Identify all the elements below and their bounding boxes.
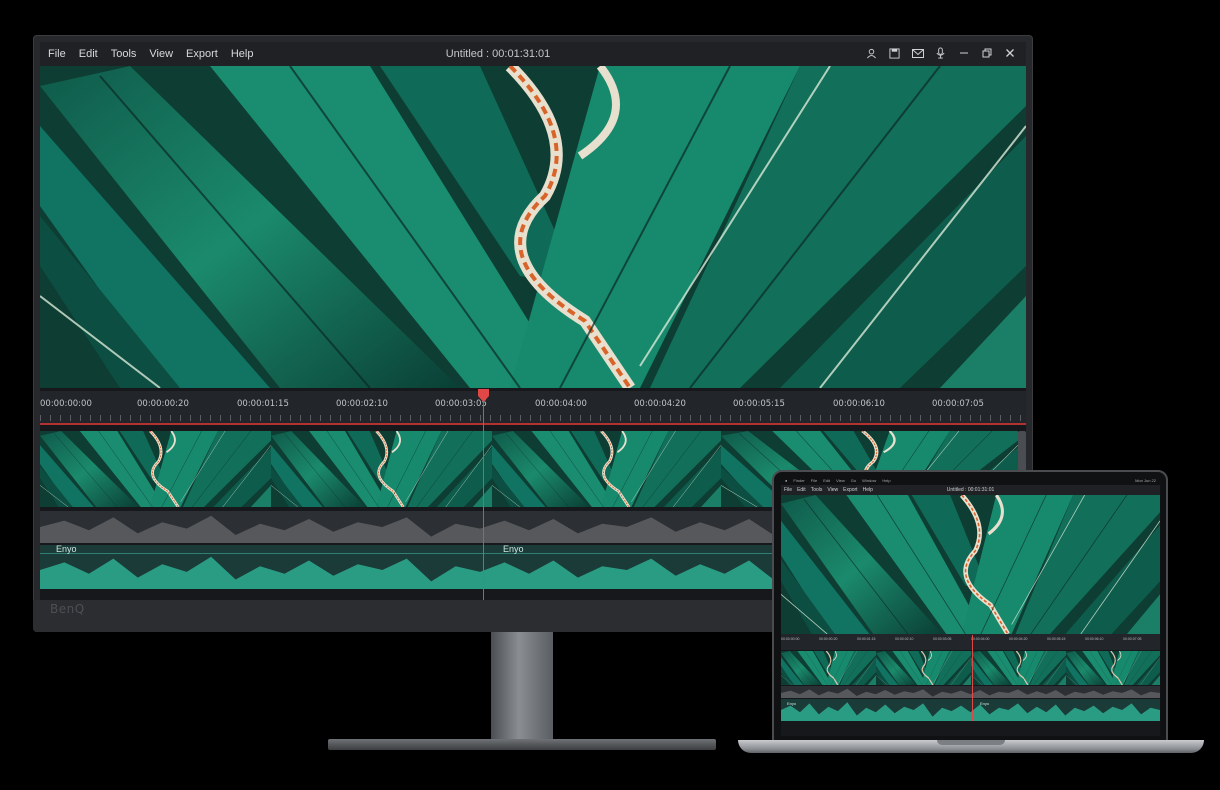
audio-clip-label: Enyo	[56, 544, 77, 554]
timeline-scrollbar[interactable]	[1018, 431, 1026, 471]
tick-label: 00:00:06:10	[1085, 637, 1104, 641]
video-clip-thumbnail[interactable]	[492, 431, 722, 507]
playhead-handle[interactable]	[477, 389, 490, 402]
os-menu-item[interactable]: Go	[851, 478, 856, 483]
tick-label: 00:00:03:05	[933, 637, 952, 641]
tick-label: 00:00:06:10	[833, 399, 885, 409]
tick-label: 00:00:05:15	[1047, 637, 1066, 641]
restore-icon[interactable]	[980, 46, 993, 60]
timeline-range-line	[40, 423, 1026, 425]
os-menu-item[interactable]: Finder	[793, 478, 804, 483]
tick-label: 00:00:00:00	[40, 399, 92, 409]
microphone-icon[interactable]	[934, 46, 947, 60]
tick-label: 00:00:07:05	[1123, 637, 1142, 641]
audio-clip-label: Enyo	[980, 701, 990, 706]
user-icon[interactable]	[865, 46, 878, 60]
apple-icon[interactable]: ●	[785, 478, 787, 483]
tick-label: 00:00:05:15	[733, 399, 785, 409]
laptop-menu-bar: File Edit Tools View Export Help Untitle…	[781, 485, 1160, 495]
timeline-ruler[interactable]: 00:00:00:00 00:00:00:20 00:00:01:15 00:0…	[781, 634, 1160, 650]
tick-label: 00:00:00:20	[137, 399, 189, 409]
tick-marks	[40, 415, 1026, 421]
playhead-line	[483, 394, 484, 600]
tick-label: 00:00:02:10	[895, 637, 914, 641]
os-clock: Mon Jun 22	[1135, 478, 1156, 483]
video-clip-thumbnail[interactable]	[40, 431, 272, 507]
tick-label: 00:00:00:20	[819, 637, 838, 641]
os-menu-item[interactable]: Window	[862, 478, 876, 483]
os-menu-item[interactable]: Help	[882, 478, 890, 483]
video-preview[interactable]	[781, 495, 1160, 634]
laptop-notch	[937, 740, 1005, 745]
window-title: Untitled : 00:01:31:01	[445, 48, 551, 60]
tick-label: 00:00:04:20	[634, 399, 686, 409]
audio-track-2[interactable]	[781, 699, 1160, 721]
os-menu-item[interactable]: Edit	[823, 478, 830, 483]
timeline-ruler[interactable]: 00:00:00:00 00:00:00:20 00:00:01:15 00:0…	[40, 391, 1026, 425]
window-title: Untitled : 00:01:31:01	[946, 487, 995, 493]
playhead-line[interactable]	[972, 635, 973, 721]
os-menu-item[interactable]: File	[811, 478, 817, 483]
tick-label: 00:00:01:15	[237, 399, 289, 409]
tick-label: 00:00:02:10	[336, 399, 388, 409]
tick-label: 00:00:01:15	[857, 637, 876, 641]
minimize-icon[interactable]	[957, 46, 970, 60]
tick-label: 00:00:04:20	[1009, 637, 1028, 641]
tick-label: 00:00:00:00	[781, 637, 800, 641]
laptop-editor-window: ● Finder File Edit View Go Window Help M…	[781, 477, 1160, 736]
save-icon[interactable]	[888, 46, 901, 60]
tick-label: 00:00:04:00	[971, 637, 990, 641]
audio-clip-label: Enyo	[787, 701, 797, 706]
video-preview[interactable]	[40, 66, 1026, 388]
audio-clip-label: Enyo	[503, 544, 524, 554]
mail-icon[interactable]	[911, 46, 924, 60]
os-menu-item[interactable]: View	[836, 478, 845, 483]
video-track[interactable]	[781, 651, 1160, 685]
video-clip-thumbnail[interactable]	[271, 431, 493, 507]
os-menu-bar: ● Finder File Edit View Go Window Help M…	[781, 477, 1160, 485]
menu-bar: File Edit Tools View Export Help Untitle…	[40, 42, 1026, 66]
close-icon[interactable]	[1003, 46, 1016, 60]
audio-track-1[interactable]	[781, 686, 1160, 698]
monitor-stand	[491, 632, 553, 742]
tick-label: 00:00:07:05	[932, 399, 984, 409]
tick-label: 00:00:04:00	[535, 399, 587, 409]
monitor-base	[328, 739, 716, 750]
brand-logo: BenQ	[50, 602, 85, 616]
